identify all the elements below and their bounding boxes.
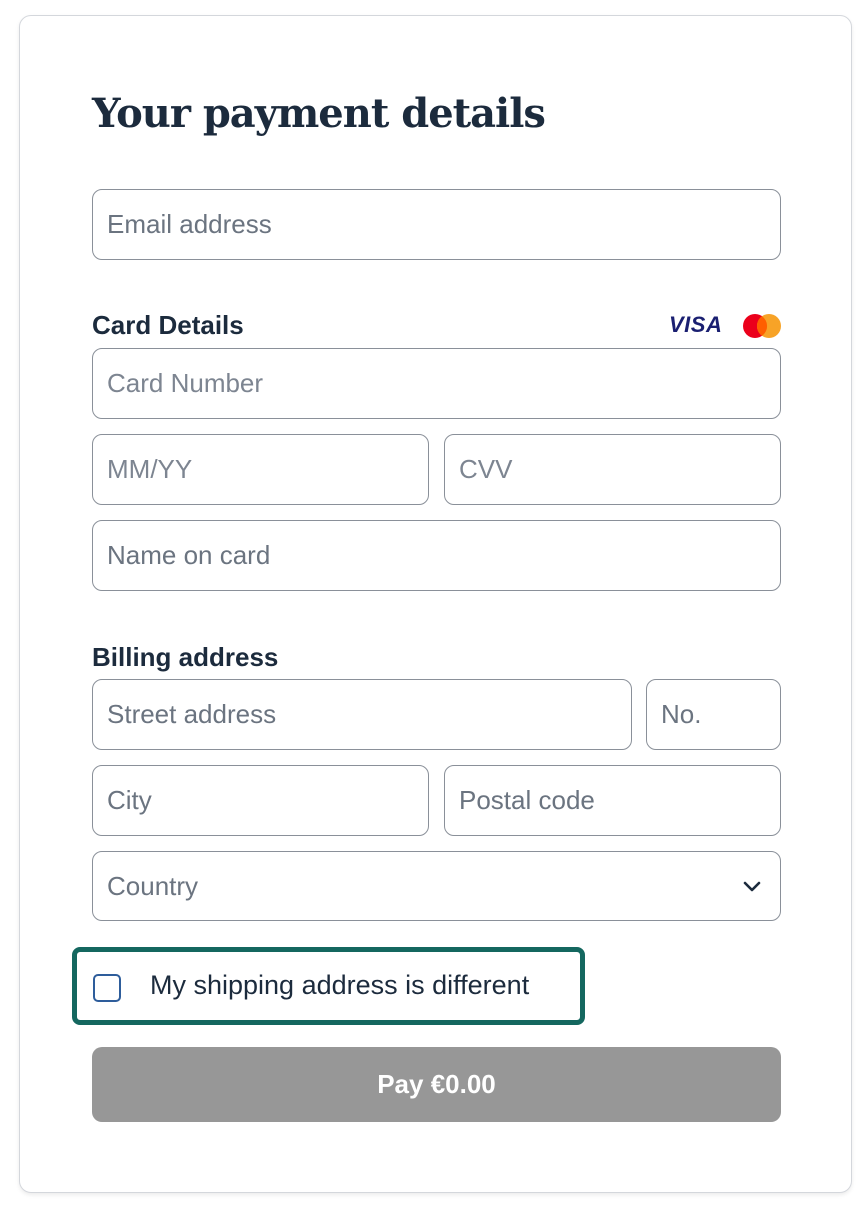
city-placeholder: City [107,785,152,815]
country-placeholder: Country [107,870,199,901]
mastercard-icon [743,314,781,338]
email-placeholder: Email address [107,209,272,239]
expiry-field[interactable]: MM/YY [92,434,429,505]
name-on-card-field[interactable]: Name on card [92,520,781,591]
street-address-placeholder: Street address [107,699,277,729]
house-number-placeholder: No. [661,699,702,729]
cvv-placeholder: CVV [459,454,513,484]
street-address-field[interactable]: Street address [92,679,632,750]
billing-address-label: Billing address [92,642,279,672]
page-title: Your payment details [92,90,546,137]
card-number-field[interactable]: Card Number [92,348,781,419]
name-on-card-placeholder: Name on card [107,540,271,570]
email-field[interactable]: Email address [92,189,781,260]
visa-icon: VISA [669,312,723,337]
card-number-placeholder: Card Number [107,368,264,398]
shipping-checkbox-focus-ring: My shipping address is different [72,947,585,1025]
chevron-down-icon [743,881,761,892]
city-field[interactable]: City [92,765,429,836]
cvv-field[interactable]: CVV [444,434,781,505]
shipping-different-checkbox[interactable] [93,974,121,1002]
postal-code-placeholder: Postal code [459,785,595,815]
postal-code-field[interactable]: Postal code [444,765,781,836]
country-select[interactable]: Country [92,851,781,921]
card-details-label: Card Details [92,310,244,340]
expiry-placeholder: MM/YY [107,454,193,484]
house-number-field[interactable]: No. [646,679,781,750]
pay-button[interactable]: Pay €0.00 [92,1047,781,1122]
shipping-different-label[interactable]: My shipping address is different [150,970,529,1001]
